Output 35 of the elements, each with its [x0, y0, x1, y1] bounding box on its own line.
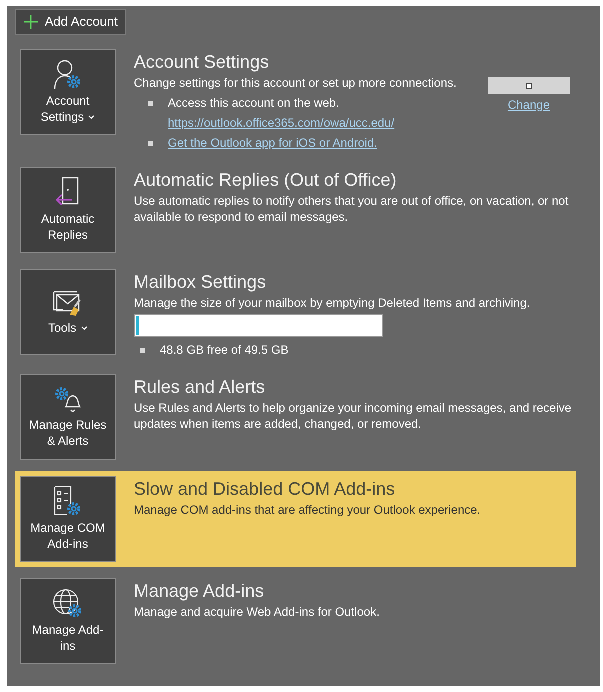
section-title: Mailbox Settings — [134, 271, 268, 293]
person-gear-icon — [53, 59, 83, 91]
bullet-icon — [148, 141, 153, 146]
bullet-icon — [140, 348, 145, 353]
section-description: Use automatic replies to notify others that you are out of office, on vacation, or not available to respond to email messages. — [134, 193, 570, 225]
add-account-button[interactable]: Add Account — [15, 9, 126, 35]
section-title: Rules and Alerts — [134, 376, 266, 398]
usage-text: 48.8 GB free of 49.5 GB — [160, 343, 289, 358]
tile-button[interactable]: Manage Rules & Alerts — [20, 374, 116, 460]
plus-icon — [23, 14, 39, 30]
tile-button[interactable]: Automatic Replies — [20, 167, 116, 253]
tile-button[interactable]: Tools — [20, 269, 116, 355]
globe-gear-icon — [52, 588, 84, 620]
section-description: Change settings for this account or set up more connections. — [134, 75, 458, 91]
section-description: Manage COM add-ins that are affecting your Outlook experience. — [134, 502, 482, 518]
section-title: Automatic Replies (Out of Office) — [134, 169, 398, 191]
chevron-down-icon — [80, 326, 88, 332]
section-description: Manage the size of your mailbox by emptying Deleted Items and archiving. — [134, 295, 532, 311]
chevron-down-icon — [88, 115, 96, 120]
section-description: Manage and acquire Web Add-ins for Outlook. — [134, 604, 381, 620]
bullet-icon — [148, 101, 153, 106]
bullet-text: Access this account on the web. — [168, 96, 340, 111]
square-icon — [526, 82, 532, 88]
list-gear-icon — [53, 486, 83, 518]
section-title: Slow and Disabled COM Add-ins — [134, 478, 396, 500]
account-selector[interactable] — [488, 77, 570, 94]
web-link[interactable]: Get the Outlook app for iOS or Android. — [168, 136, 378, 151]
tile-button[interactable]: Manage Add-ins — [20, 578, 116, 664]
web-link[interactable]: https://outlook.office365.com/owa/ucc.edu/ — [168, 116, 395, 131]
section-title: Account Settings — [134, 51, 270, 73]
tile-button[interactable]: Manage COM Add-ins — [20, 476, 116, 562]
tile-button[interactable]: Account Settings — [20, 49, 116, 135]
section-title: Manage Add-ins — [134, 580, 266, 602]
section-description: Use Rules and Alerts to help organize your incoming email messages, and receive updates when items are added, changed, or removed. — [134, 400, 573, 432]
change-link[interactable]: Change — [508, 98, 550, 113]
